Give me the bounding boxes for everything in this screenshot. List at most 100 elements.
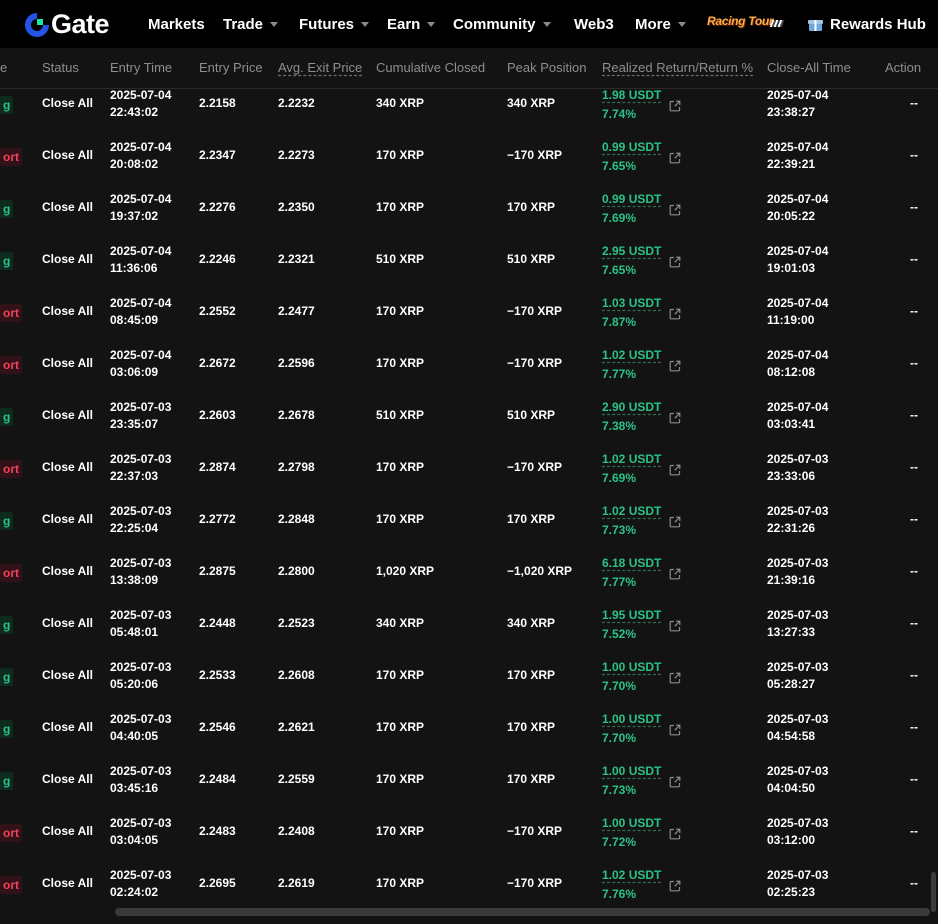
share-icon[interactable] (669, 620, 681, 632)
nav-item-trade[interactable]: Trade (223, 0, 279, 48)
nav-item-community[interactable]: Community (453, 0, 551, 48)
nav-item-futures[interactable]: Futures (299, 0, 370, 48)
entry-price: 2.2672 (199, 356, 236, 370)
close-all-time: 2025-07-03 23:33:06 (767, 451, 828, 485)
racing-tour-badge[interactable]: Racing Tour (707, 14, 774, 28)
realized-pnl[interactable]: 2.90 USDT (602, 398, 661, 417)
close-all-time: 2025-07-04 08:12:08 (767, 347, 828, 381)
peak-position: −1,020 XRP (507, 564, 573, 578)
table-row: ort Close All 2025-07-04 20:08:02 2.2347 2.22… (0, 133, 938, 185)
entry-price: 2.2533 (199, 668, 236, 682)
realized-return: 0.99 USDT 7.65% (602, 138, 661, 176)
nav-item-web3[interactable]: Web3 (574, 0, 614, 48)
header-close-all-time: Close-All Time (767, 60, 851, 75)
entry-date: 2025-07-03 (110, 608, 172, 622)
table-row: g Close All 2025-07-03 04:40:05 2.2546 2.2621… (0, 705, 938, 757)
entry-time: 2025-07-04 03:06:09 (110, 347, 171, 381)
share-icon[interactable] (669, 828, 681, 840)
realized-pnl[interactable]: 1.02 USDT (602, 450, 661, 469)
share-icon[interactable] (669, 204, 681, 216)
status-label: Close All (42, 304, 93, 318)
logo-text: Gate (51, 9, 110, 39)
gate-logo[interactable]: Gate (24, 9, 110, 39)
nav-item-markets[interactable]: Markets (148, 0, 205, 48)
status-label: Close All (42, 148, 93, 162)
header-realized-return[interactable]: Realized Return/Return % (602, 60, 753, 75)
external-link-icon (669, 776, 681, 788)
external-link-icon (669, 412, 681, 424)
realized-return: 1.02 USDT 7.73% (602, 502, 661, 540)
entry-clock: 23:35:07 (110, 417, 159, 431)
avg-exit-price: 2.2848 (278, 512, 315, 526)
close-all-time: 2025-07-04 03:03:41 (767, 399, 828, 433)
return-percent: 7.65% (602, 263, 637, 277)
header-avg-exit-price[interactable]: Avg. Exit Price (278, 60, 362, 75)
share-icon[interactable] (669, 308, 681, 320)
share-icon[interactable] (669, 412, 681, 424)
entry-clock: 22:37:03 (110, 469, 159, 483)
entry-date: 2025-07-04 (110, 88, 172, 102)
realized-pnl[interactable]: 1.02 USDT (602, 866, 661, 885)
realized-pnl[interactable]: 1.02 USDT (602, 346, 661, 365)
status-label: Close All (42, 772, 93, 786)
share-icon[interactable] (669, 776, 681, 788)
cumulative-closed: 170 XRP (376, 720, 425, 734)
peak-position: 170 XRP (507, 720, 556, 734)
realized-pnl[interactable]: 0.99 USDT (602, 138, 661, 157)
table-row: g Close All 2025-07-03 05:48:01 2.2448 2.2523… (0, 601, 938, 653)
entry-date: 2025-07-04 (110, 140, 172, 154)
realized-pnl[interactable]: 1.95 USDT (602, 606, 661, 625)
top-navbar: Gate Markets Trade Futures Earn Community Web… (0, 0, 938, 48)
vertical-scrollbar[interactable] (931, 872, 936, 912)
realized-return: 1.00 USDT 7.72% (602, 814, 661, 852)
realized-pnl[interactable]: 1.00 USDT (602, 710, 661, 729)
entry-date: 2025-07-03 (110, 556, 172, 570)
avg-exit-price: 2.2619 (278, 876, 315, 890)
realized-pnl[interactable]: 1.00 USDT (602, 658, 661, 677)
realized-pnl[interactable]: 1.00 USDT (602, 762, 661, 781)
realized-pnl[interactable]: 1.98 USDT (602, 86, 661, 105)
entry-clock: 20:08:02 (110, 157, 159, 171)
realized-return: 1.02 USDT 7.69% (602, 450, 661, 488)
share-icon[interactable] (669, 724, 681, 736)
external-link-icon (669, 672, 681, 684)
side-badge: ort (0, 824, 22, 842)
peak-position: −170 XRP (507, 824, 563, 838)
realized-pnl[interactable]: 6.18 USDT (602, 554, 661, 573)
realized-pnl[interactable]: 2.95 USDT (602, 242, 661, 261)
share-icon[interactable] (669, 880, 681, 892)
nav-item-earn[interactable]: Earn (387, 0, 436, 48)
realized-pnl[interactable]: 1.02 USDT (602, 502, 661, 521)
table-row: ort Close All 2025-07-03 02:24:02 2.2695 2.26… (0, 861, 938, 913)
entry-clock: 08:45:09 (110, 313, 159, 327)
rewards-hub-link[interactable]: Rewards Hub (808, 0, 926, 48)
action-cell: -- (910, 148, 918, 162)
entry-time: 2025-07-03 23:35:07 (110, 399, 171, 433)
share-icon[interactable] (669, 464, 681, 476)
realized-pnl[interactable]: 1.03 USDT (602, 294, 661, 313)
close-date: 2025-07-03 (767, 452, 829, 466)
share-icon[interactable] (669, 516, 681, 528)
horizontal-scrollbar[interactable] (115, 908, 930, 916)
peak-position: −170 XRP (507, 356, 563, 370)
entry-time: 2025-07-03 05:48:01 (110, 607, 171, 641)
return-percent: 7.73% (602, 783, 637, 797)
peak-position: 170 XRP (507, 668, 556, 682)
realized-pnl[interactable]: 0.99 USDT (602, 190, 661, 209)
entry-price: 2.2603 (199, 408, 236, 422)
share-icon[interactable] (669, 256, 681, 268)
nav-item-more[interactable]: More (635, 0, 686, 48)
share-icon[interactable] (669, 152, 681, 164)
share-icon[interactable] (669, 100, 681, 112)
header-peak-position: Peak Position (507, 60, 587, 75)
peak-position: −170 XRP (507, 148, 563, 162)
avg-exit-price: 2.2800 (278, 564, 315, 578)
realized-pnl[interactable]: 1.00 USDT (602, 814, 661, 833)
share-icon[interactable] (669, 672, 681, 684)
avg-exit-price: 2.2559 (278, 772, 315, 786)
share-icon[interactable] (669, 568, 681, 580)
realized-return: 1.03 USDT 7.87% (602, 294, 661, 332)
entry-price: 2.2552 (199, 304, 236, 318)
status-label: Close All (42, 356, 93, 370)
share-icon[interactable] (669, 360, 681, 372)
